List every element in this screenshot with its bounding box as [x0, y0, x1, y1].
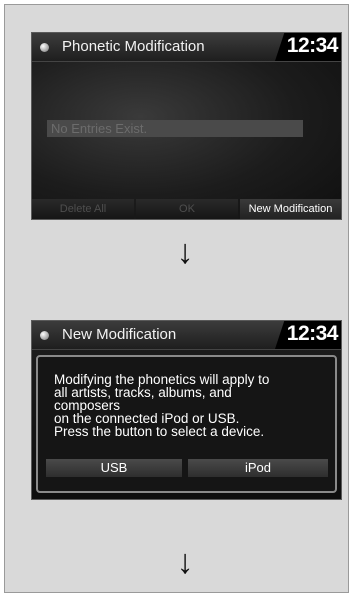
ok-button[interactable]: OK [136, 199, 238, 219]
title-bar: Phonetic Modification 12:34 [32, 33, 341, 62]
clock: 12:34 [286, 322, 339, 345]
dialog-message: Modifying the phonetics will apply to al… [54, 372, 270, 439]
status-dot-icon [40, 43, 49, 52]
figure-panel: Phonetic Modification 12:34 No Entries E… [4, 4, 349, 593]
delete-all-button[interactable]: Delete All [32, 199, 134, 219]
softkey-bar: Delete All OK New Modification [32, 199, 341, 219]
phonetic-modification-screen: Phonetic Modification 12:34 No Entries E… [31, 32, 342, 220]
screen-title: Phonetic Modification [62, 38, 205, 55]
down-arrow-icon: ↓ [176, 233, 194, 271]
new-modification-button[interactable]: New Modification [240, 199, 341, 219]
down-arrow-icon: ↓ [176, 543, 194, 581]
usb-button[interactable]: USB [46, 459, 182, 477]
ipod-button[interactable]: iPod [188, 459, 328, 477]
empty-list-message: No Entries Exist. [47, 120, 303, 137]
title-bar: New Modification 12:34 [32, 321, 341, 350]
status-dot-icon [40, 331, 49, 340]
new-modification-screen: New Modification 12:34 Modifying the pho… [31, 320, 342, 500]
clock: 12:34 [286, 34, 339, 57]
screen-title: New Modification [62, 326, 177, 343]
